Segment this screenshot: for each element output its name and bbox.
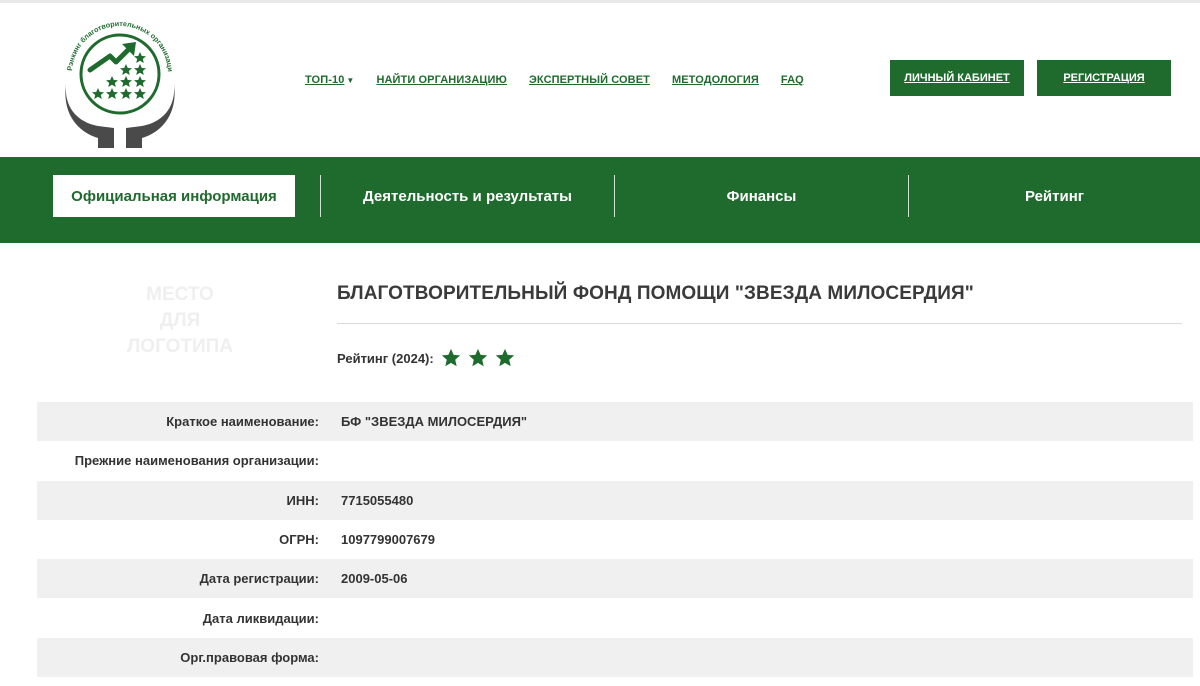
info-label: Дата ликвидации: [202,610,319,626]
title-divider [337,323,1182,324]
info-row-short-name: Краткое наименование: БФ "ЗВЕЗДА МИЛОСЕР… [37,402,1193,442]
info-label: ОГРН: [279,532,319,548]
info-row-liquidation-date: Дата ликвидации: [37,598,1193,637]
info-label: Дата регистрации: [199,571,319,587]
nav-find-organization-link[interactable]: НАЙТИ ОРГАНИЗАЦИЮ [376,74,507,86]
info-label: Краткое наименование: [166,414,319,430]
organization-title: БЛАГОТВОРИТЕЛЬНЫЙ ФОНД ПОМОЩИ "ЗВЕЗДА МИ… [337,283,974,304]
chevron-down-icon: ▼ [346,76,355,85]
logo-placeholder-line: ЛОГОТИПА [126,336,234,357]
nav-top10-label: ТОП-10 [305,74,345,86]
personal-cabinet-button[interactable]: ЛИЧНЫЙ КАБИНЕТ [890,60,1024,96]
info-value: 1097799007679 [341,532,435,548]
rating-star-icon [468,348,487,367]
tab-rating[interactable]: Рейтинг [909,175,1200,217]
info-row-inn: ИНН: 7715055480 [37,480,1193,520]
registration-button[interactable]: РЕГИСТРАЦИЯ [1037,60,1171,96]
info-value: 2009-05-06 [341,571,408,587]
rating-star-icon [495,348,514,367]
info-row-legal-form: Орг.правовая форма: [37,637,1193,678]
top-navigation: ТОП-10 ▼ НАЙТИ ОРГАНИЗАЦИЮ ЭКСПЕРТНЫЙ СОВ… [305,74,826,86]
nav-top10-link[interactable]: ТОП-10 ▼ [305,74,354,86]
info-label: Орг.правовая форма: [180,649,319,665]
info-label: Прежние наименования организации: [74,453,319,469]
info-row-former-names: Прежние наименования организации: [37,441,1193,480]
logo-placeholder-line: МЕСТО [146,284,214,305]
logo-placeholder: МЕСТО ДЛЯ ЛОГОТИПА [110,282,250,360]
info-label: ИНН: [286,492,319,508]
section-tabs-bar: Официальная информация Деятельность и ре… [0,157,1200,243]
info-value: 7715055480 [341,492,414,508]
tab-finance[interactable]: Финансы [615,175,908,217]
rating-summary: Рейтинг (2024): [337,347,521,369]
site-logo[interactable]: Рэнкинг благотворительных организаций РФ [55,7,182,148]
info-row-ogrn: ОГРН: 1097799007679 [37,520,1193,559]
nav-faq-link[interactable]: FAQ [781,74,804,86]
rating-label: Рейтинг (2024): [337,350,434,366]
tab-activity-results[interactable]: Деятельность и результаты [321,175,614,217]
info-value: БФ "ЗВЕЗДА МИЛОСЕРДИЯ" [341,414,528,430]
info-row-registration-date: Дата регистрации: 2009-05-06 [37,559,1193,599]
site-logo-graphic: Рэнкинг благотворительных организаций РФ [55,7,175,148]
nav-methodology-link[interactable]: МЕТОДОЛОГИЯ [672,74,759,86]
tab-official-info[interactable]: Официальная информация [53,175,295,217]
organization-info-table: Краткое наименование: БФ "ЗВЕЗДА МИЛОСЕР… [37,402,1193,678]
rating-star-icon [441,348,460,367]
top-border-line [0,0,1200,3]
nav-expert-council-link[interactable]: ЭКСПЕРТНЫЙ СОВЕТ [529,74,650,86]
logo-placeholder-line: ДЛЯ [159,310,201,331]
